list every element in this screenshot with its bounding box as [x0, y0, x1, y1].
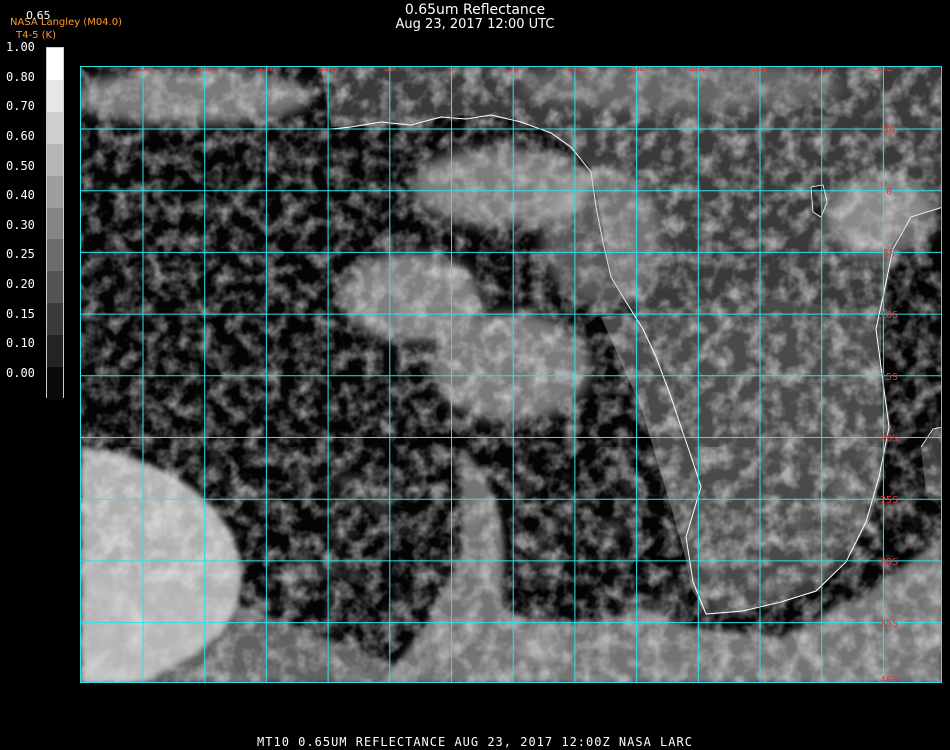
latitude-label: 0 [886, 187, 892, 198]
colorbar-tick-label: 0.70 [6, 99, 35, 114]
longitude-label: 10E [566, 67, 584, 74]
colorbar-segment [47, 48, 63, 81]
colorbar-tick-label: 0.10 [6, 336, 35, 351]
longitude-label: 15E [628, 67, 646, 74]
longitude-label: 0 [448, 67, 454, 74]
colorbar-tick-label: 0.40 [6, 188, 35, 203]
satellite-image: 25W 20W 15W 10W 5W 0 5E 10E 15E 20E 25E 30E 35E 5N 0 5S… [80, 66, 942, 683]
colorbar-tick-label: 0.80 [6, 69, 35, 84]
colorbar [46, 47, 64, 400]
colorbar-segment [47, 207, 63, 241]
colorbar-tick-label: 0.30 [6, 217, 35, 232]
colorbar-segment [47, 79, 63, 113]
latitude-label: 10S [880, 310, 898, 321]
colorbar-tick-label: 0.50 [6, 158, 35, 173]
longitude-label: 30E [813, 67, 831, 74]
latitude-label: 25S [880, 495, 898, 506]
latitude-label: 5N [883, 125, 895, 136]
latitude-label: 35S [880, 619, 898, 630]
colorbar-tick-label: 1.00 [6, 40, 35, 54]
colorbar-segment [47, 335, 63, 369]
longitude-label: 35E [874, 67, 892, 74]
colorbar-segment [47, 111, 63, 145]
longitude-label: 25E [751, 67, 769, 74]
colorbar-segment [47, 239, 63, 273]
longitude-label: 15W [257, 67, 276, 74]
longitude-label: 20E [689, 67, 707, 74]
bottom-caption: MT10 0.65UM REFLECTANCE AUG 23, 2017 12:… [257, 735, 693, 749]
latitude-label: 15S [880, 372, 898, 383]
colorbar-segment [47, 143, 63, 177]
colorbar-tick-label: 0.60 [6, 128, 35, 143]
map-canvas: 25W 20W 15W 10W 5W 0 5E 10E 15E 20E 25E 30E 35E 5N 0 5S… [81, 67, 941, 683]
latitude-label: 30S [880, 557, 898, 568]
colorbar-segment [47, 271, 63, 305]
longitude-label: 20W [196, 67, 215, 74]
longitude-label: 5W [384, 67, 397, 74]
colorbar-segment [47, 367, 63, 400]
latitude-label: 5S [883, 248, 895, 259]
colorbar-tick-label: 0.20 [6, 277, 35, 292]
longitude-label: 25W [134, 67, 153, 74]
map-title: 0.65um Reflectance [404, 2, 546, 18]
map-datetime: Aug 23, 2017 12:00 UTC [395, 17, 555, 32]
longitude-label: 10W [319, 67, 338, 74]
colorbar-tick-label: 0.15 [6, 306, 35, 321]
colorbar-segment [47, 303, 63, 337]
colorbar-top-label: 0.65 [26, 9, 51, 22]
southern-cloud-texture [81, 447, 941, 682]
colorbar-tick-label: 0.00 [6, 366, 35, 380]
latitude-label: 20S [880, 434, 898, 445]
colorbar-tick-label: 0.25 [6, 247, 35, 262]
longitude-label: 5E [507, 67, 519, 74]
latitude-label: 40S [880, 675, 898, 683]
colorbar-segment [47, 175, 63, 209]
